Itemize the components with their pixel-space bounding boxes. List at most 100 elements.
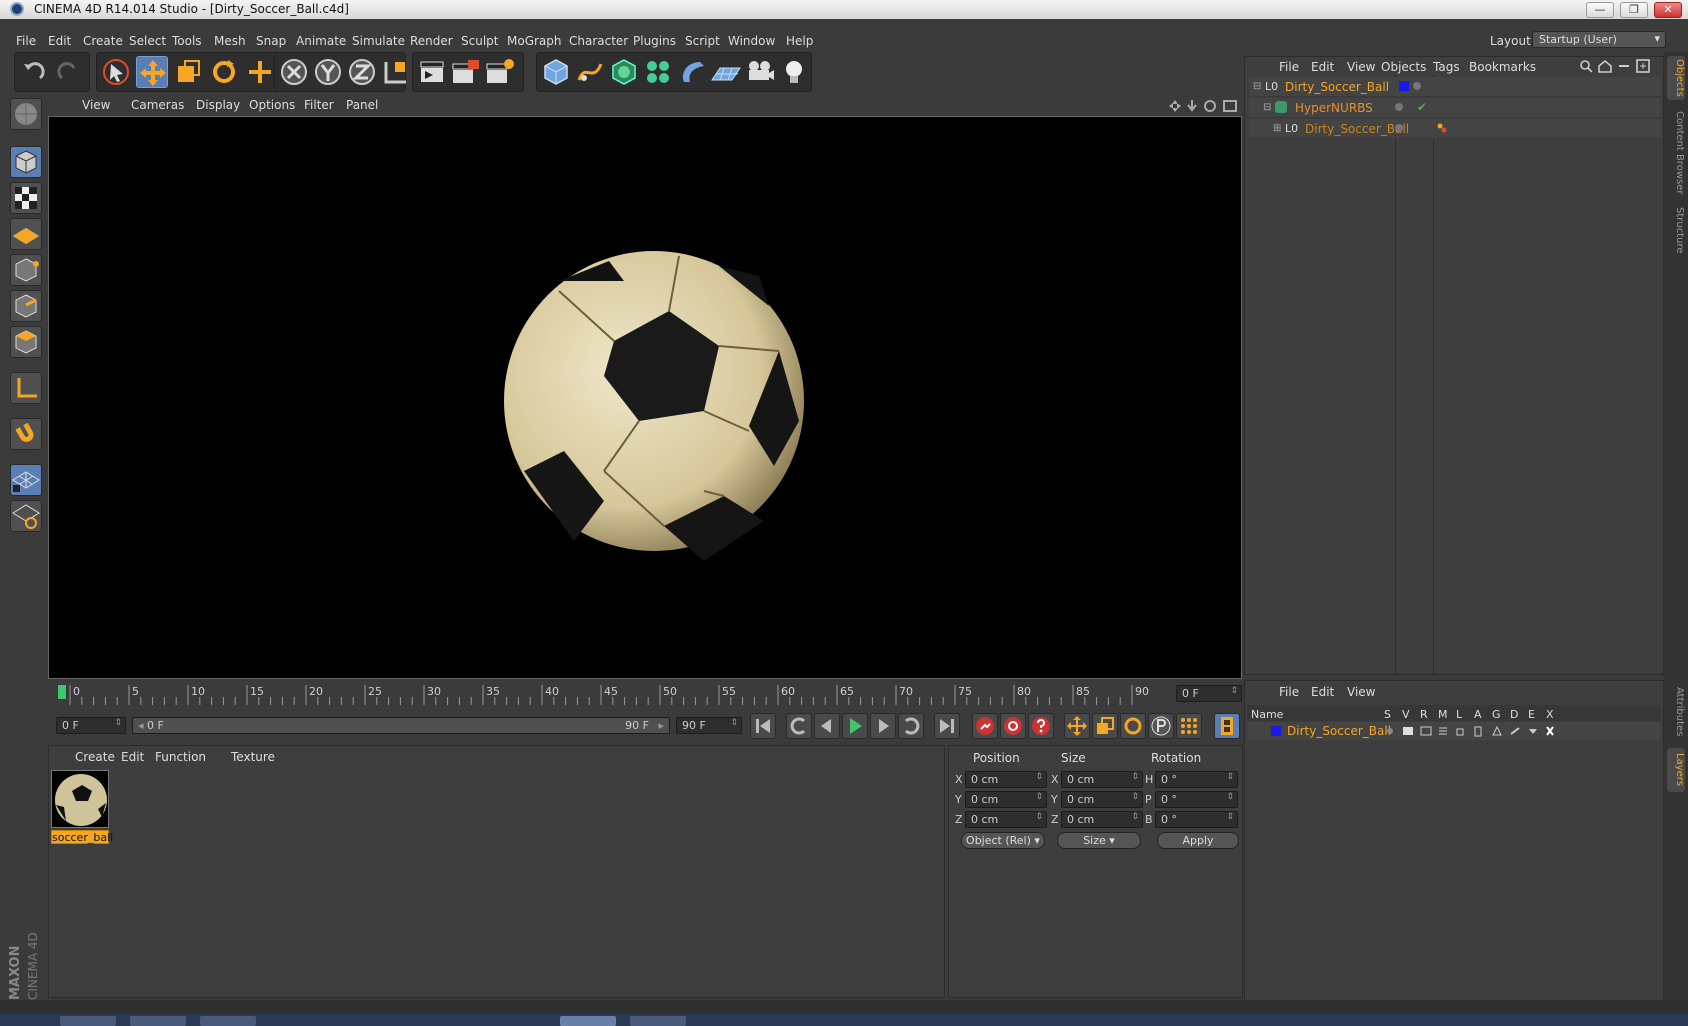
timeline-ruler[interactable]: 0 5 10 15 20 25 30 35 40 45 50 55 60 65 70 75 80 85 90 0 F…: [48, 683, 1243, 707]
edges-mode-button[interactable]: [10, 290, 42, 322]
polygons-mode-button[interactable]: [10, 326, 42, 358]
menu-mesh[interactable]: Mesh: [214, 34, 246, 48]
rotation-b-field[interactable]: 0 ° ⇕: [1155, 811, 1238, 828]
object-manager-nav-icons[interactable]: [1579, 59, 1659, 73]
object-menu-tags[interactable]: Tags: [1433, 60, 1460, 74]
menu-select[interactable]: Select: [129, 34, 166, 48]
previous-frame-button[interactable]: [814, 713, 840, 739]
material-thumbnail[interactable]: [51, 770, 109, 828]
position-x-field[interactable]: 0 cm ⇕: [965, 771, 1047, 788]
coordinate-system-button[interactable]: [378, 56, 410, 88]
current-frame-field[interactable]: 0 F ⇕: [1176, 685, 1242, 702]
deformer-button[interactable]: [676, 56, 708, 88]
column-render[interactable]: R: [1420, 708, 1428, 721]
planar-workplane-button[interactable]: [10, 500, 42, 532]
points-mode-button[interactable]: [10, 254, 42, 286]
object-menu-edit[interactable]: Edit: [1311, 60, 1334, 74]
rotation-h-field[interactable]: 0 ° ⇕: [1155, 771, 1238, 788]
x-axis-lock[interactable]: [278, 56, 310, 88]
size-y-field[interactable]: 0 cm ⇕: [1061, 791, 1143, 808]
material-menu-texture[interactable]: Texture: [231, 750, 275, 764]
tree-collapse-icon[interactable]: ⊟: [1253, 81, 1261, 92]
undo-button[interactable]: [18, 56, 50, 88]
render-settings-button[interactable]: [484, 56, 516, 88]
scale-tool[interactable]: [172, 56, 204, 88]
timeline-window-button[interactable]: [1214, 713, 1240, 739]
material-name-label[interactable]: soccer_ball: [51, 830, 113, 844]
material-menu-create[interactable]: Create: [75, 750, 115, 764]
texture-mode-button[interactable]: [10, 182, 42, 214]
column-expressions[interactable]: E: [1528, 708, 1535, 721]
menu-render[interactable]: Render: [410, 34, 453, 48]
rotate-tool[interactable]: [208, 56, 240, 88]
taskbar-item[interactable]: [60, 1016, 116, 1026]
visibility-dot-icon[interactable]: [1413, 82, 1421, 90]
menu-edit[interactable]: Edit: [48, 34, 71, 48]
camera-object-button[interactable]: [744, 56, 776, 88]
taskbar-item[interactable]: [630, 1016, 686, 1026]
tab-structure[interactable]: Structure: [1667, 204, 1685, 256]
object-name[interactable]: Dirty_Soccer_Ball: [1305, 122, 1409, 136]
object-menu-objects[interactable]: Objects: [1381, 60, 1426, 74]
position-z-field[interactable]: 0 cm ⇕: [965, 811, 1047, 828]
z-axis-lock[interactable]: [346, 56, 378, 88]
column-view[interactable]: V: [1402, 708, 1410, 721]
maximize-button[interactable]: ❐: [1620, 2, 1648, 18]
play-button[interactable]: [842, 713, 868, 739]
menu-sculpt[interactable]: Sculpt: [461, 34, 498, 48]
light-object-button[interactable]: [778, 56, 810, 88]
next-frame-button[interactable]: [870, 713, 896, 739]
menu-create[interactable]: Create: [83, 34, 123, 48]
range-slider-left-arrow[interactable]: ◂: [138, 719, 144, 732]
coordinate-mode-dropdown[interactable]: Object (Rel) ▾: [961, 832, 1045, 849]
axis-mode-button[interactable]: [10, 372, 42, 404]
size-mode-dropdown[interactable]: Size ▾: [1057, 832, 1141, 849]
lock-workplane-button[interactable]: [10, 464, 42, 496]
position-track-toggle[interactable]: [1064, 713, 1090, 739]
material-menu-function[interactable]: Function: [155, 750, 206, 764]
viewport-navigation-icons[interactable]: [1168, 99, 1240, 113]
menu-script[interactable]: Script: [685, 34, 720, 48]
column-xref[interactable]: X: [1546, 708, 1554, 721]
layer-toggle-icons[interactable]: [1385, 725, 1565, 737]
object-name[interactable]: Dirty_Soccer_Ball: [1285, 80, 1389, 94]
tab-layers[interactable]: Layers: [1667, 748, 1685, 792]
taskbar-item[interactable]: [130, 1016, 186, 1026]
mograph-cloner-button[interactable]: [642, 56, 674, 88]
live-selection-tool[interactable]: [100, 56, 132, 88]
scale-track-toggle[interactable]: [1092, 713, 1118, 739]
object-row[interactable]: ⊟ HyperNURBS ✔: [1249, 98, 1661, 118]
material-menu-edit[interactable]: Edit: [121, 750, 144, 764]
layer-menu-file[interactable]: File: [1279, 685, 1299, 699]
menu-tools[interactable]: Tools: [172, 34, 202, 48]
column-generators[interactable]: G: [1492, 708, 1501, 721]
layer-menu-view[interactable]: View: [1347, 685, 1375, 699]
size-z-field[interactable]: 0 cm ⇕: [1061, 811, 1143, 828]
layer-name[interactable]: Dirty_Soccer_Ball: [1287, 724, 1391, 738]
visibility-dot-icon[interactable]: [1395, 124, 1403, 132]
taskbar-item[interactable]: [560, 1016, 616, 1026]
cube-object-button[interactable]: [540, 56, 572, 88]
menu-snap[interactable]: Snap: [256, 34, 286, 48]
layer-color-swatch[interactable]: [1271, 726, 1281, 736]
render-view-button[interactable]: [416, 56, 448, 88]
go-to-end-button[interactable]: [934, 713, 960, 739]
column-manager[interactable]: M: [1438, 708, 1448, 721]
point-level-track-toggle[interactable]: [1176, 713, 1202, 739]
menu-help[interactable]: Help: [786, 34, 813, 48]
size-x-field[interactable]: 0 cm ⇕: [1061, 771, 1143, 788]
enabled-checkmark-icon[interactable]: ✔: [1417, 100, 1427, 114]
redo-button[interactable]: [52, 56, 84, 88]
viewport-menu-view[interactable]: View: [82, 98, 110, 112]
recent-tool[interactable]: [244, 56, 276, 88]
object-menu-view[interactable]: View: [1347, 60, 1375, 74]
object-menu-file[interactable]: File: [1279, 60, 1299, 74]
menu-file[interactable]: File: [16, 34, 36, 48]
viewport-menu-panel[interactable]: Panel: [346, 98, 378, 112]
autokeying-button[interactable]: [1000, 713, 1026, 739]
floor-object-button[interactable]: [710, 56, 742, 88]
layer-row[interactable]: Dirty_Soccer_Ball: [1247, 722, 1661, 740]
rotation-p-field[interactable]: 0 ° ⇕: [1155, 791, 1238, 808]
tree-collapse-icon[interactable]: ⊟: [1263, 102, 1271, 113]
menu-plugins[interactable]: Plugins: [633, 34, 676, 48]
